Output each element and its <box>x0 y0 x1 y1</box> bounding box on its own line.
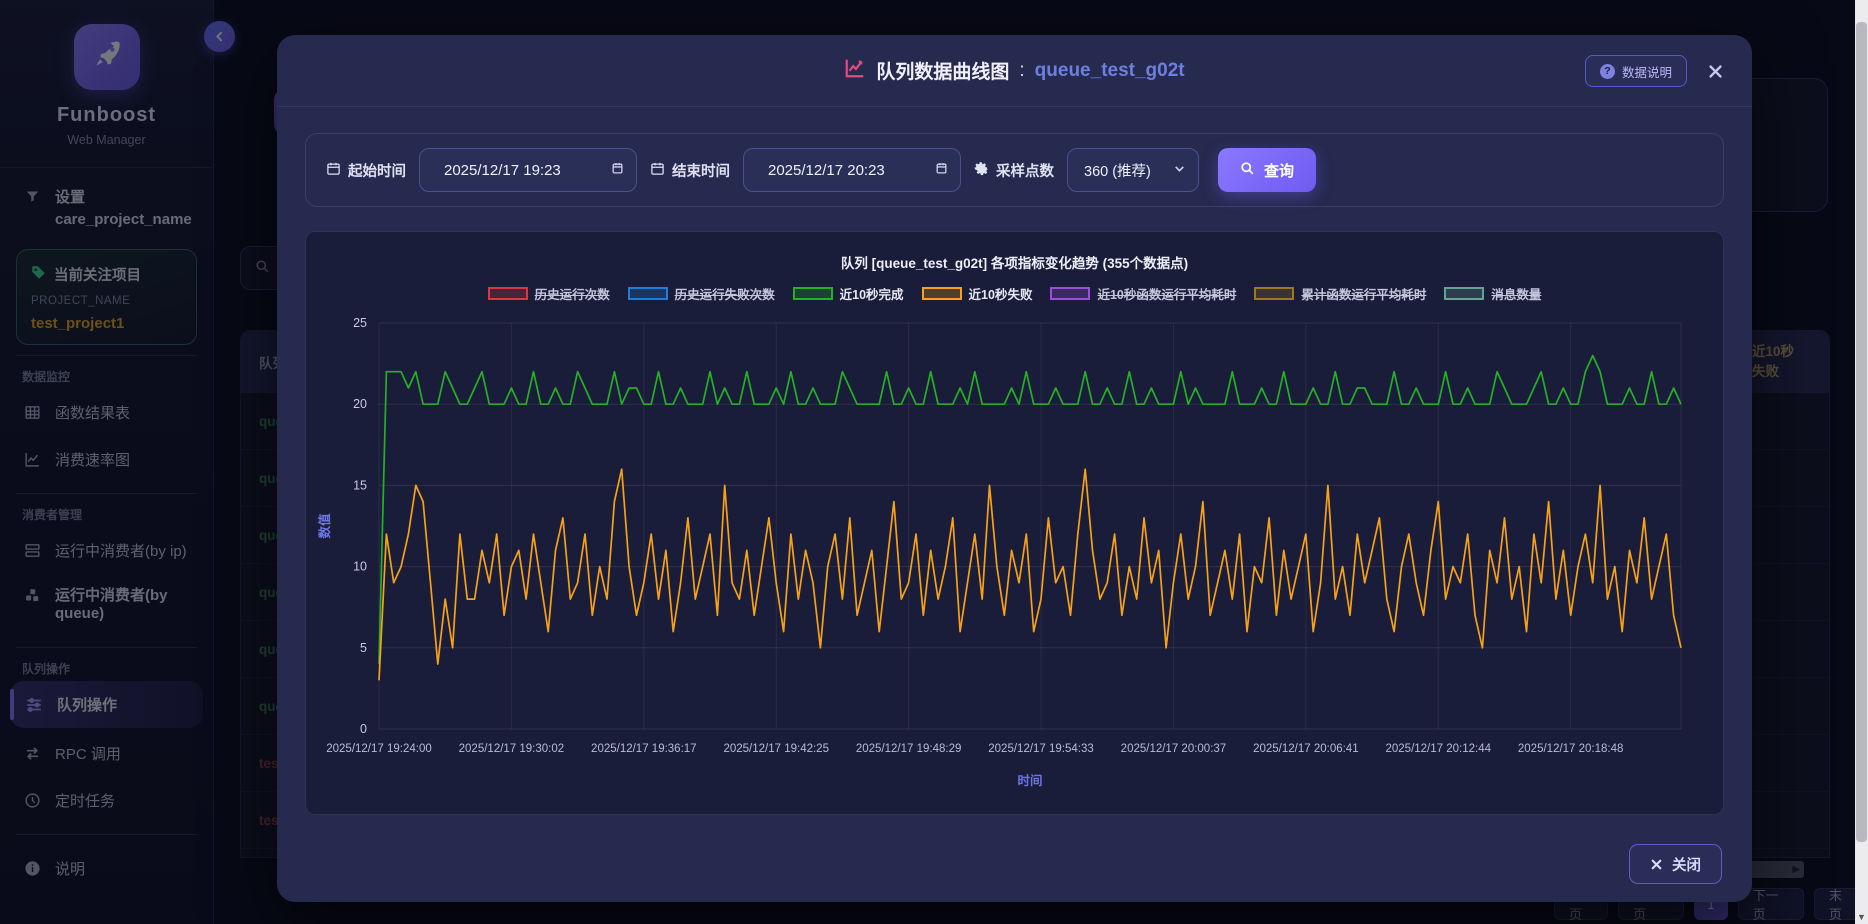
app-root: Funboost Web Manager 设置 care_project_nam… <box>0 0 1868 924</box>
search-icon <box>1240 161 1255 180</box>
data-help-button[interactable]: ? 数据说明 <box>1584 55 1687 87</box>
series-近10秒完成 <box>377 354 1682 665</box>
legend-label: 近10秒失败 <box>968 288 1033 302</box>
chevron-down-icon <box>1173 162 1186 179</box>
query-button[interactable]: 查询 <box>1218 148 1317 192</box>
legend-item[interactable]: 近10秒完成 <box>792 284 904 303</box>
chart-title: 队列 [queue_test_g02t] 各项指标变化趋势 (355个数据点) <box>840 256 1189 271</box>
legend-label: 历史运行失败次数 <box>674 288 775 302</box>
calendar-icon <box>326 161 341 180</box>
svg-text:2025/12/17 19:48:29: 2025/12/17 19:48:29 <box>855 743 961 755</box>
end-time-input[interactable]: 2025/12/17 20:23 <box>743 148 961 192</box>
svg-text:2025/12/17 19:24:00: 2025/12/17 19:24:00 <box>326 743 432 755</box>
legend-label: 历史运行次数 <box>534 288 610 302</box>
legend-label: 消息数量 <box>1491 288 1542 302</box>
end-time-label: 结束时间 <box>650 160 730 181</box>
legend-item[interactable]: 历史运行次数 <box>487 284 610 303</box>
calendar-picker-icon[interactable] <box>611 161 624 179</box>
legend-item[interactable]: 近10秒函数运行平均耗时 <box>1050 284 1236 303</box>
svg-text:2025/12/17 20:18:48: 2025/12/17 20:18:48 <box>1517 743 1623 755</box>
queue-name: queue_test_g02t <box>1034 59 1185 81</box>
svg-text:25: 25 <box>353 316 367 330</box>
legend-color-box <box>487 287 528 300</box>
modal-header: 队列数据曲线图: queue_test_g02t ? 数据说明 <box>277 35 1752 107</box>
legend-item[interactable]: 累计函数运行平均耗时 <box>1254 284 1426 303</box>
legend-label: 近10秒完成 <box>839 288 904 302</box>
sample-points-label: 采样点数 <box>974 160 1054 181</box>
modal-title: 队列数据曲线图: queue_test_g02t <box>844 57 1185 85</box>
line-chart[interactable]: 0 5 10 15 20 25 2025/12/17 19:24:00 2025/12/17 … <box>315 309 1715 805</box>
question-icon: ? <box>1599 63 1615 79</box>
svg-text:15: 15 <box>353 478 367 492</box>
legend-item[interactable]: 近10秒失败 <box>921 284 1033 303</box>
svg-text:2025/12/17 20:06:41: 2025/12/17 20:06:41 <box>1253 743 1359 755</box>
svg-text:2025/12/17 19:42:25: 2025/12/17 19:42:25 <box>723 743 829 755</box>
start-time-label: 起始时间 <box>326 160 406 181</box>
svg-text:2025/12/17 19:36:17: 2025/12/17 19:36:17 <box>591 743 697 755</box>
svg-text:20: 20 <box>353 397 367 411</box>
legend-color-box <box>1050 287 1091 300</box>
chart-legend: 历史运行次数 历史运行失败次数 近10秒完成 近10秒失败 近10秒函数运行平均耗时 累计… <box>306 284 1723 303</box>
svg-text:10: 10 <box>353 560 367 574</box>
legend-color-box <box>1254 287 1295 300</box>
legend-item[interactable]: 历史运行失败次数 <box>627 284 775 303</box>
sample-points-select[interactable]: 360 (推荐) <box>1067 148 1199 192</box>
legend-color-box <box>921 287 962 300</box>
chart-panel: 队列 [queue_test_g02t] 各项指标变化趋势 (355个数据点) … <box>305 231 1724 815</box>
x-axis-title: 时间 <box>1017 773 1042 788</box>
queue-curve-modal: 队列数据曲线图: queue_test_g02t ? 数据说明 起始时间 202… <box>277 35 1752 902</box>
svg-text:2025/12/17 20:00:37: 2025/12/17 20:00:37 <box>1120 743 1226 755</box>
calendar-icon <box>650 161 665 180</box>
close-icon[interactable] <box>1707 63 1724 80</box>
legend-item[interactable]: 消息数量 <box>1444 284 1541 303</box>
gear-icon <box>974 161 989 180</box>
svg-text:2025/12/17 20:12:44: 2025/12/17 20:12:44 <box>1385 743 1491 755</box>
svg-text:0: 0 <box>360 722 367 736</box>
legend-label: 累计函数运行平均耗时 <box>1301 288 1427 302</box>
calendar-picker-icon[interactable] <box>935 161 948 179</box>
svg-text:2025/12/17 19:54:33: 2025/12/17 19:54:33 <box>988 743 1094 755</box>
legend-label: 近10秒函数运行平均耗时 <box>1097 288 1237 302</box>
series-近10秒失败 <box>377 468 1682 681</box>
modal-close-button[interactable]: 关闭 <box>1629 844 1722 884</box>
chart-icon <box>844 57 866 85</box>
vscroll-thumb[interactable] <box>1856 22 1867 842</box>
svg-text:2025/12/17 19:30:02: 2025/12/17 19:30:02 <box>458 743 564 755</box>
legend-color-box <box>1444 287 1485 300</box>
start-time-input[interactable]: 2025/12/17 19:23 <box>419 148 637 192</box>
svg-text:5: 5 <box>360 641 367 655</box>
vertical-scrollbar[interactable]: ▼ <box>1855 0 1868 924</box>
vscroll-down-arrow[interactable]: ▼ <box>1855 912 1868 922</box>
legend-color-box <box>792 287 833 300</box>
y-axis-title: 数值 <box>317 513 332 540</box>
filter-bar: 起始时间 2025/12/17 19:23 结束时间 2025/12/17 20… <box>305 133 1724 207</box>
legend-color-box <box>627 287 668 300</box>
